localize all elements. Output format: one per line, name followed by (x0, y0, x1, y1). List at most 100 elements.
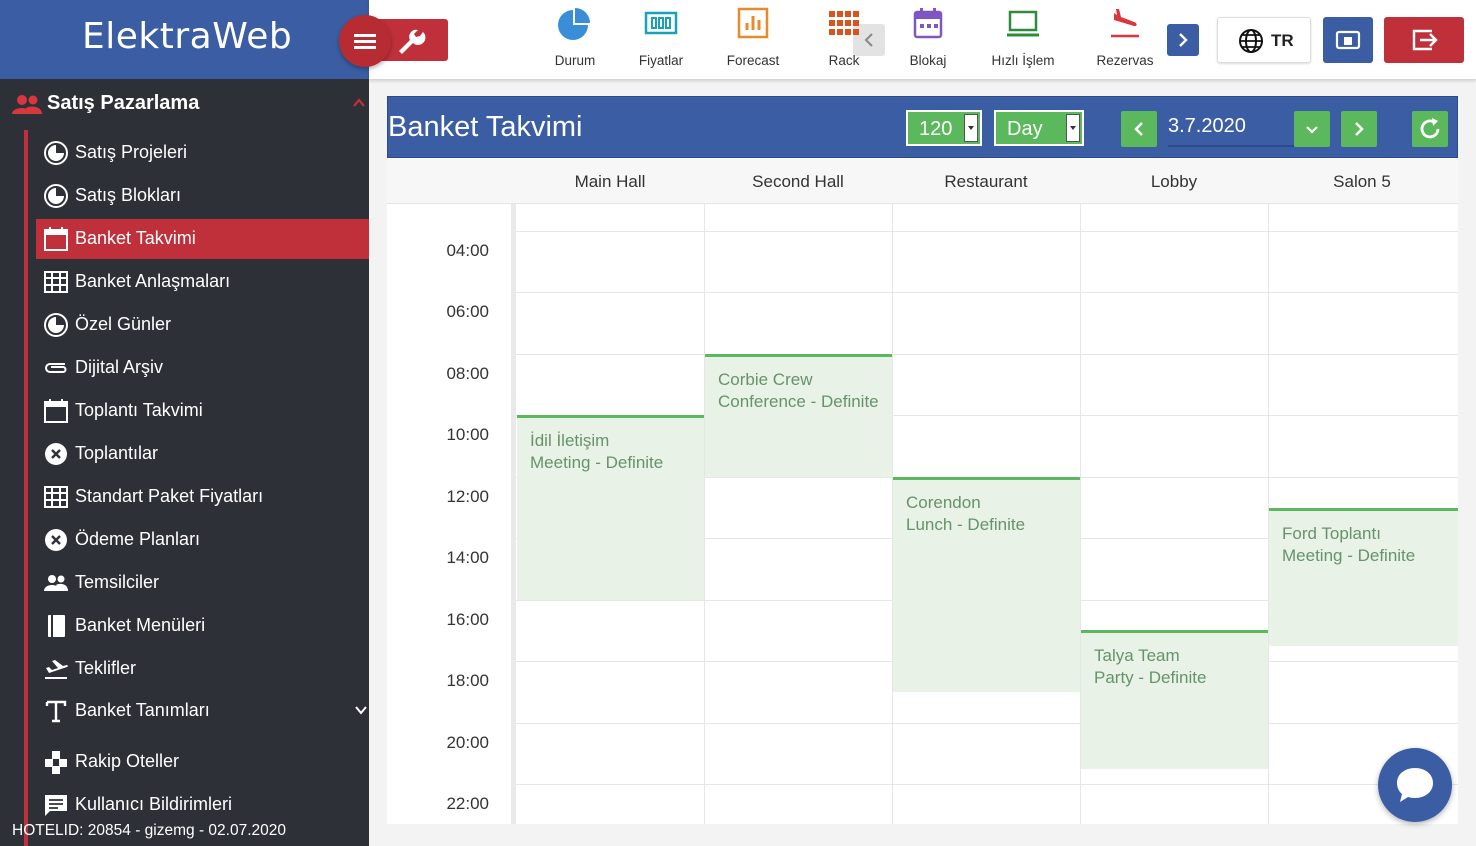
time-axis: 04:00 06:00 08:00 10:00 12:00 14:00 16:0… (387, 204, 511, 824)
pie-chart-icon (44, 141, 68, 165)
event-title: Ford Toplantı (1282, 524, 1381, 543)
sidebar-item-user-notifications[interactable]: Kullanıcı Bildirimleri (36, 785, 369, 825)
sidebar-item-banquet-agreements[interactable]: Banket Anlaşmaları (36, 262, 369, 302)
chevron-down-icon (1066, 114, 1080, 142)
sidebar-section-title: Satış Pazarlama (47, 92, 200, 114)
sidebar-item-label: Satış Blokları (75, 185, 182, 205)
sidebar-item-label: Kullanıcı Bildirimleri (75, 794, 233, 814)
chevron-down-icon (964, 114, 978, 142)
room-header: Restaurant (944, 172, 1028, 191)
tool-label: Hızlı İşlem (991, 53, 1055, 68)
sidebar-item-competitor-hotels[interactable]: Rakip Oteller (36, 742, 369, 782)
sidebar-item-offers[interactable]: Teklifler (36, 649, 369, 689)
grid-icon (44, 271, 68, 293)
sidebar-item-meetings[interactable]: Toplantılar (36, 434, 369, 474)
date-picker-button[interactable] (1294, 111, 1330, 147)
chevron-down-icon[interactable] (354, 703, 368, 717)
sidebar-item-sales-blocks[interactable]: Satış Blokları (36, 176, 369, 216)
sidebar-item-banquet-calendar[interactable]: Banket Takvimi (36, 219, 369, 259)
room-header-row: Main Hall Second Hall Restaurant Lobby S… (387, 158, 1458, 204)
sidebar-section-sales-marketing[interactable]: Satış Pazarlama (0, 82, 369, 126)
chat-button[interactable] (1378, 748, 1452, 822)
lock-screen-button[interactable] (1323, 17, 1373, 63)
menu-toggle-button[interactable] (339, 15, 391, 67)
sidebar: ElektraWeb Satış Pazarlama Satış Projele… (0, 0, 369, 846)
previous-day-button[interactable] (1121, 111, 1157, 147)
sidebar-item-meeting-calendar[interactable]: Toplantı Takvimi (36, 391, 369, 431)
id-card-icon (1335, 30, 1361, 50)
language-label: TR (1271, 31, 1294, 50)
event-status: Lunch - Definite (906, 515, 1026, 534)
sidebar-item-standard-package-prices[interactable]: Standart Paket Fiyatları (36, 477, 369, 517)
tool-blokaj[interactable]: Blokaj (897, 6, 959, 72)
sidebar-item-banquet-menus[interactable]: Banket Menüleri (36, 606, 369, 646)
room-header: Salon 5 (1333, 172, 1391, 191)
sidebar-item-label: Toplantı Takvimi (75, 400, 203, 420)
bar-chart-icon (737, 7, 769, 39)
tool-durum[interactable]: Durum (541, 6, 609, 72)
time-label: 16:00 (446, 610, 489, 629)
sidebar-item-sales-projects[interactable]: Satış Projeleri (36, 133, 369, 173)
sidebar-item-label: Banket Anlaşmaları (75, 271, 231, 291)
event-status: Conference - Definite (718, 392, 879, 411)
tool-label: Rezervas (1096, 53, 1154, 68)
tool-label: Forecast (726, 53, 780, 68)
people-icon (44, 575, 68, 591)
chevron-down-icon (1306, 126, 1318, 134)
scroll-right-button[interactable] (1167, 24, 1199, 56)
event-status: Meeting - Definite (1282, 546, 1416, 565)
time-label: 18:00 (446, 671, 489, 690)
event-block[interactable]: Talya Team Party - Definite (1081, 630, 1268, 769)
time-label: 04:00 (446, 241, 489, 260)
sidebar-item-representatives[interactable]: Temsilciler (36, 563, 369, 603)
plane-landing-icon (1111, 9, 1139, 38)
chevron-right-icon (1355, 122, 1364, 136)
grid-icon (44, 486, 68, 508)
tool-rezervasyon[interactable]: Rezervas (1094, 6, 1156, 72)
room-header: Lobby (1150, 172, 1198, 191)
next-day-button[interactable] (1341, 111, 1377, 147)
sidebar-item-payment-plans[interactable]: Ödeme Planları (36, 520, 369, 560)
chevron-up-icon[interactable] (352, 96, 366, 110)
calendar-grid[interactable]: Corbie Crew Conference - Definite İdil İ… (511, 204, 1458, 824)
chat-icon (45, 795, 67, 816)
sidebar-item-special-days[interactable]: Özel Günler (36, 305, 369, 345)
globe-icon (1239, 29, 1263, 53)
room-header: Main Hall (574, 172, 646, 191)
event-title: Corbie Crew (718, 370, 813, 389)
date-input[interactable]: 3.7.2020 (1168, 111, 1294, 147)
event-block[interactable]: Ford Toplantı Meeting - Definite (1269, 508, 1458, 646)
view-select[interactable]: Day (994, 110, 1084, 146)
tool-forecast[interactable]: Forecast (718, 6, 788, 72)
session-info: HOTELID: 20854 - gizemg - 02.07.2020 (12, 822, 286, 839)
event-block[interactable]: İdil İletişim Meeting - Definite (517, 415, 704, 600)
logout-button[interactable] (1384, 17, 1464, 63)
sidebar-item-digital-archive[interactable]: Dijital Arşiv (36, 348, 369, 388)
pie-chart-icon (44, 313, 68, 337)
hamburger-icon (354, 34, 376, 37)
room-header: Second Hall (752, 172, 844, 191)
grid-icon (829, 11, 859, 35)
event-status: Meeting - Definite (530, 453, 664, 472)
tool-rack[interactable]: Rack (814, 6, 874, 72)
chevron-left-icon (1134, 122, 1143, 136)
sidebar-item-banquet-definitions[interactable]: Banket Tanımları (36, 691, 369, 731)
tool-fiyatlar[interactable]: Fiyatlar (627, 6, 695, 72)
event-block[interactable]: Corbie Crew Conference - Definite (705, 354, 892, 477)
calendar-icon (44, 399, 68, 423)
sidebar-item-label: Ödeme Planları (75, 529, 201, 549)
event-block[interactable]: Corendon Lunch - Definite (893, 477, 1080, 692)
interval-select[interactable]: 120 (906, 110, 982, 146)
x-circle-icon (45, 443, 67, 465)
logout-icon (1412, 29, 1438, 51)
time-label: 12:00 (446, 487, 489, 506)
tool-label: Durum (554, 53, 596, 68)
refresh-button[interactable] (1412, 111, 1448, 147)
calendar-header: Banket Takvimi 120 Day 3.7.2020 (387, 96, 1458, 158)
language-button[interactable]: TR (1217, 17, 1311, 63)
tool-hizli-islem[interactable]: Hızlı İşlem (983, 6, 1063, 72)
time-label: 22:00 (446, 794, 489, 813)
time-label: 20:00 (446, 733, 489, 752)
time-label: 14:00 (446, 548, 489, 567)
event-title: İdil İletişim (530, 431, 610, 450)
